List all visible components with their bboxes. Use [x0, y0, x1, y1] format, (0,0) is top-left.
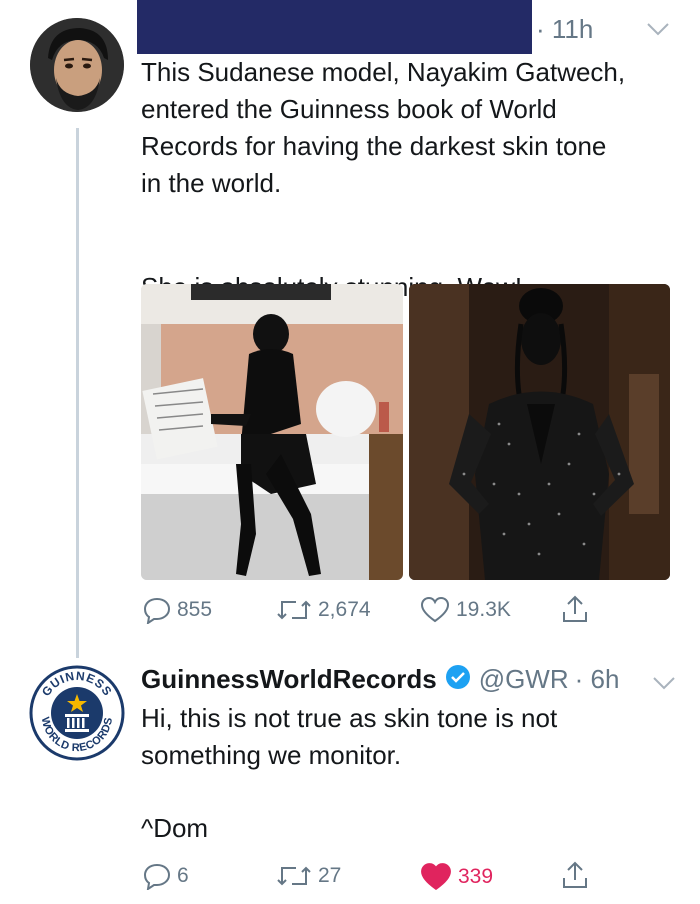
share-icon — [563, 861, 587, 888]
reply-button[interactable]: 6 — [143, 862, 189, 890]
chevron-down-icon[interactable] — [646, 22, 670, 41]
reply-icon — [143, 863, 171, 890]
tweet-photo-bedroom[interactable] — [141, 284, 403, 580]
tweet-photo-sequin-dress[interactable] — [409, 284, 670, 580]
retweet-count: 27 — [318, 864, 342, 887]
retweet-icon — [277, 866, 311, 886]
chevron-down-icon[interactable] — [652, 676, 676, 695]
share-button[interactable] — [560, 860, 590, 890]
reply-icon — [143, 597, 171, 624]
verified-badge-icon — [445, 664, 471, 695]
heart-icon — [420, 596, 450, 623]
heart-filled-icon — [421, 863, 451, 891]
retweet-icon — [277, 600, 311, 620]
share-icon — [563, 595, 587, 622]
tweet-timestamp[interactable]: · 11h — [536, 14, 593, 45]
like-count: 339 — [458, 865, 494, 888]
reply-count: 6 — [177, 864, 189, 887]
reply-button[interactable]: 855 — [143, 596, 212, 624]
reply-count: 855 — [177, 598, 213, 621]
gwr-logo-avatar[interactable]: GUINNESS WORLD RECORDS — [28, 664, 126, 762]
user-handle[interactable]: @GWR — [479, 664, 569, 695]
display-name[interactable]: GuinnessWorldRecords — [141, 664, 437, 695]
tweet2-header: GuinnessWorldRecords @GWR · 6h — [141, 664, 619, 695]
retweet-count: 2,674 — [318, 598, 371, 621]
redacted-username — [137, 0, 532, 54]
like-button[interactable]: 19.3K — [420, 596, 511, 624]
share-button[interactable] — [560, 594, 590, 624]
retweet-button[interactable]: 2,674 — [276, 596, 371, 624]
like-count: 19.3K — [456, 598, 511, 621]
thread-connector-line — [76, 128, 79, 658]
retweet-button[interactable]: 27 — [276, 862, 341, 890]
user-avatar[interactable] — [30, 18, 124, 112]
tweet2-body: Hi, this is not true as skin tone is not… — [141, 703, 558, 770]
tweet2-signature: ^Dom — [141, 813, 209, 843]
like-button-active[interactable]: 339 — [420, 862, 493, 892]
tweet-timestamp[interactable]: · 6h — [575, 664, 620, 695]
tweet-body: This Sudanese model, Nayakim Gatwech, en… — [141, 57, 626, 198]
